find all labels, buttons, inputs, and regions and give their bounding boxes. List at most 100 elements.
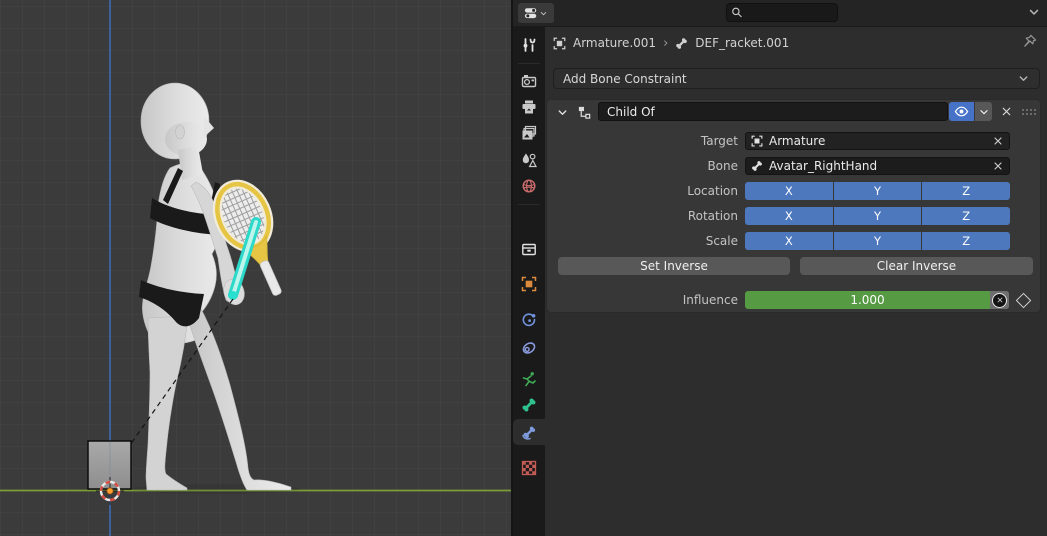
blender-window: Armature.001 › DEF_racket.001 Add Bone C… bbox=[0, 0, 1047, 536]
child-of-constraint-panel: Child Of bbox=[546, 99, 1041, 313]
tab-object-data[interactable] bbox=[513, 366, 545, 392]
constraint-visibility-toggle[interactable] bbox=[949, 102, 974, 121]
rotation-label: Rotation bbox=[546, 207, 738, 225]
clear-animation-icon[interactable] bbox=[992, 293, 1007, 308]
add-bone-constraint-label: Add Bone Constraint bbox=[563, 72, 687, 86]
rotation-y-toggle[interactable]: Y bbox=[834, 207, 922, 225]
bone-icon bbox=[751, 160, 763, 172]
target-value: Armature bbox=[769, 134, 825, 148]
3d-viewport[interactable] bbox=[0, 0, 513, 536]
bone-icon bbox=[675, 37, 688, 50]
influence-label: Influence bbox=[546, 291, 738, 309]
scale-label: Scale bbox=[546, 232, 738, 250]
properties-editor-icon bbox=[524, 6, 538, 20]
rotation-x-toggle[interactable]: X bbox=[745, 207, 833, 225]
constraint-delete-button[interactable] bbox=[997, 102, 1016, 121]
properties-editor: Armature.001 › DEF_racket.001 Add Bone C… bbox=[513, 0, 1047, 536]
tab-collection[interactable] bbox=[513, 236, 545, 262]
physics-icon bbox=[521, 312, 537, 328]
constraint-name: Child Of bbox=[607, 105, 655, 119]
location-z-toggle[interactable]: Z bbox=[922, 182, 1010, 200]
armature-data-icon bbox=[521, 371, 537, 387]
tab-bone-constraint[interactable] bbox=[513, 419, 545, 445]
editor-type-button[interactable] bbox=[518, 3, 554, 23]
object-properties-icon bbox=[521, 276, 537, 292]
world-globe-icon bbox=[521, 178, 537, 194]
clear-bone-icon[interactable] bbox=[992, 160, 1004, 172]
constraint-name-field[interactable]: Child Of bbox=[598, 102, 948, 121]
object-origin-dot bbox=[107, 488, 113, 494]
influence-slider[interactable]: 1.000 bbox=[745, 291, 1009, 309]
tab-physics[interactable] bbox=[513, 307, 545, 333]
location-x-toggle[interactable]: X bbox=[745, 182, 833, 200]
keyframe-decorator-icon[interactable] bbox=[1016, 293, 1032, 309]
search-icon bbox=[731, 6, 743, 19]
header-options-chevron-icon[interactable] bbox=[1027, 5, 1041, 19]
clear-target-icon[interactable] bbox=[992, 135, 1004, 147]
tab-view-layer[interactable] bbox=[513, 120, 545, 146]
chevron-down-icon bbox=[539, 9, 548, 18]
add-bone-constraint-button[interactable]: Add Bone Constraint bbox=[553, 68, 1040, 89]
bone-field[interactable]: Avatar_RightHand bbox=[745, 157, 1010, 175]
chevron-down-icon bbox=[1017, 72, 1030, 85]
bone-icon bbox=[521, 397, 537, 413]
constraint-extras-dropdown[interactable] bbox=[975, 102, 992, 121]
tab-render[interactable] bbox=[513, 68, 545, 94]
search-input[interactable] bbox=[743, 5, 833, 21]
panel-drag-handle[interactable] bbox=[1022, 109, 1024, 111]
view-layer-images-icon bbox=[521, 125, 537, 141]
set-inverse-button[interactable]: Set Inverse bbox=[558, 257, 790, 275]
output-printer-icon bbox=[521, 99, 537, 115]
tab-texture[interactable] bbox=[513, 455, 545, 481]
tool-icon bbox=[521, 37, 537, 53]
eye-icon bbox=[954, 104, 969, 119]
scene-icon bbox=[521, 152, 537, 168]
breadcrumb-bone[interactable]: DEF_racket.001 bbox=[695, 36, 789, 50]
tab-separator bbox=[518, 63, 540, 64]
tab-object-constraints[interactable] bbox=[513, 335, 545, 361]
object-icon bbox=[553, 37, 566, 50]
tab-object[interactable] bbox=[513, 271, 545, 297]
object-constraints-icon bbox=[521, 340, 537, 356]
close-icon bbox=[1000, 105, 1013, 118]
rotation-z-toggle[interactable]: Z bbox=[922, 207, 1010, 225]
pin-icon[interactable] bbox=[1022, 34, 1037, 49]
clear-inverse-button[interactable]: Clear Inverse bbox=[800, 257, 1033, 275]
viewport-grid bbox=[0, 0, 511, 536]
constraint-panel-header: Child Of bbox=[546, 99, 1041, 125]
texture-checker-icon bbox=[521, 460, 537, 476]
tab-tool[interactable] bbox=[513, 32, 545, 58]
render-camera-icon bbox=[521, 73, 537, 89]
breadcrumb: Armature.001 › DEF_racket.001 bbox=[553, 32, 789, 54]
properties-main-region: Armature.001 › DEF_racket.001 Add Bone C… bbox=[545, 27, 1047, 536]
tab-world[interactable] bbox=[513, 173, 545, 199]
child-of-constraint-icon bbox=[577, 105, 592, 120]
scale-x-toggle[interactable]: X bbox=[745, 232, 833, 250]
influence-clear-cap[interactable] bbox=[990, 291, 1009, 309]
breadcrumb-object[interactable]: Armature.001 bbox=[573, 36, 656, 50]
tab-bone[interactable] bbox=[513, 392, 545, 418]
tab-scene[interactable] bbox=[513, 147, 545, 173]
bone-constraint-icon bbox=[521, 424, 537, 440]
breadcrumb-separator: › bbox=[663, 36, 668, 51]
scale-y-toggle[interactable]: Y bbox=[834, 232, 922, 250]
properties-tab-column bbox=[513, 27, 545, 536]
search-box[interactable] bbox=[726, 3, 838, 22]
bone-value: Avatar_RightHand bbox=[769, 159, 877, 173]
properties-header bbox=[513, 0, 1047, 27]
location-label: Location bbox=[546, 182, 738, 200]
scale-z-toggle[interactable]: Z bbox=[922, 232, 1010, 250]
target-field[interactable]: Armature bbox=[745, 132, 1010, 150]
bone-label: Bone bbox=[546, 157, 738, 175]
location-y-toggle[interactable]: Y bbox=[834, 182, 922, 200]
tab-separator bbox=[518, 204, 540, 205]
collection-box-icon bbox=[521, 241, 537, 257]
location-axis-toggles: X Y Z bbox=[745, 182, 1010, 200]
tab-output[interactable] bbox=[513, 94, 545, 120]
target-label: Target bbox=[546, 132, 738, 150]
influence-value: 1.000 bbox=[745, 293, 990, 307]
object-icon bbox=[751, 135, 763, 147]
viewport-scene bbox=[0, 0, 511, 536]
panel-expand-chevron-icon[interactable] bbox=[556, 106, 569, 119]
chevron-down-icon bbox=[978, 106, 990, 118]
